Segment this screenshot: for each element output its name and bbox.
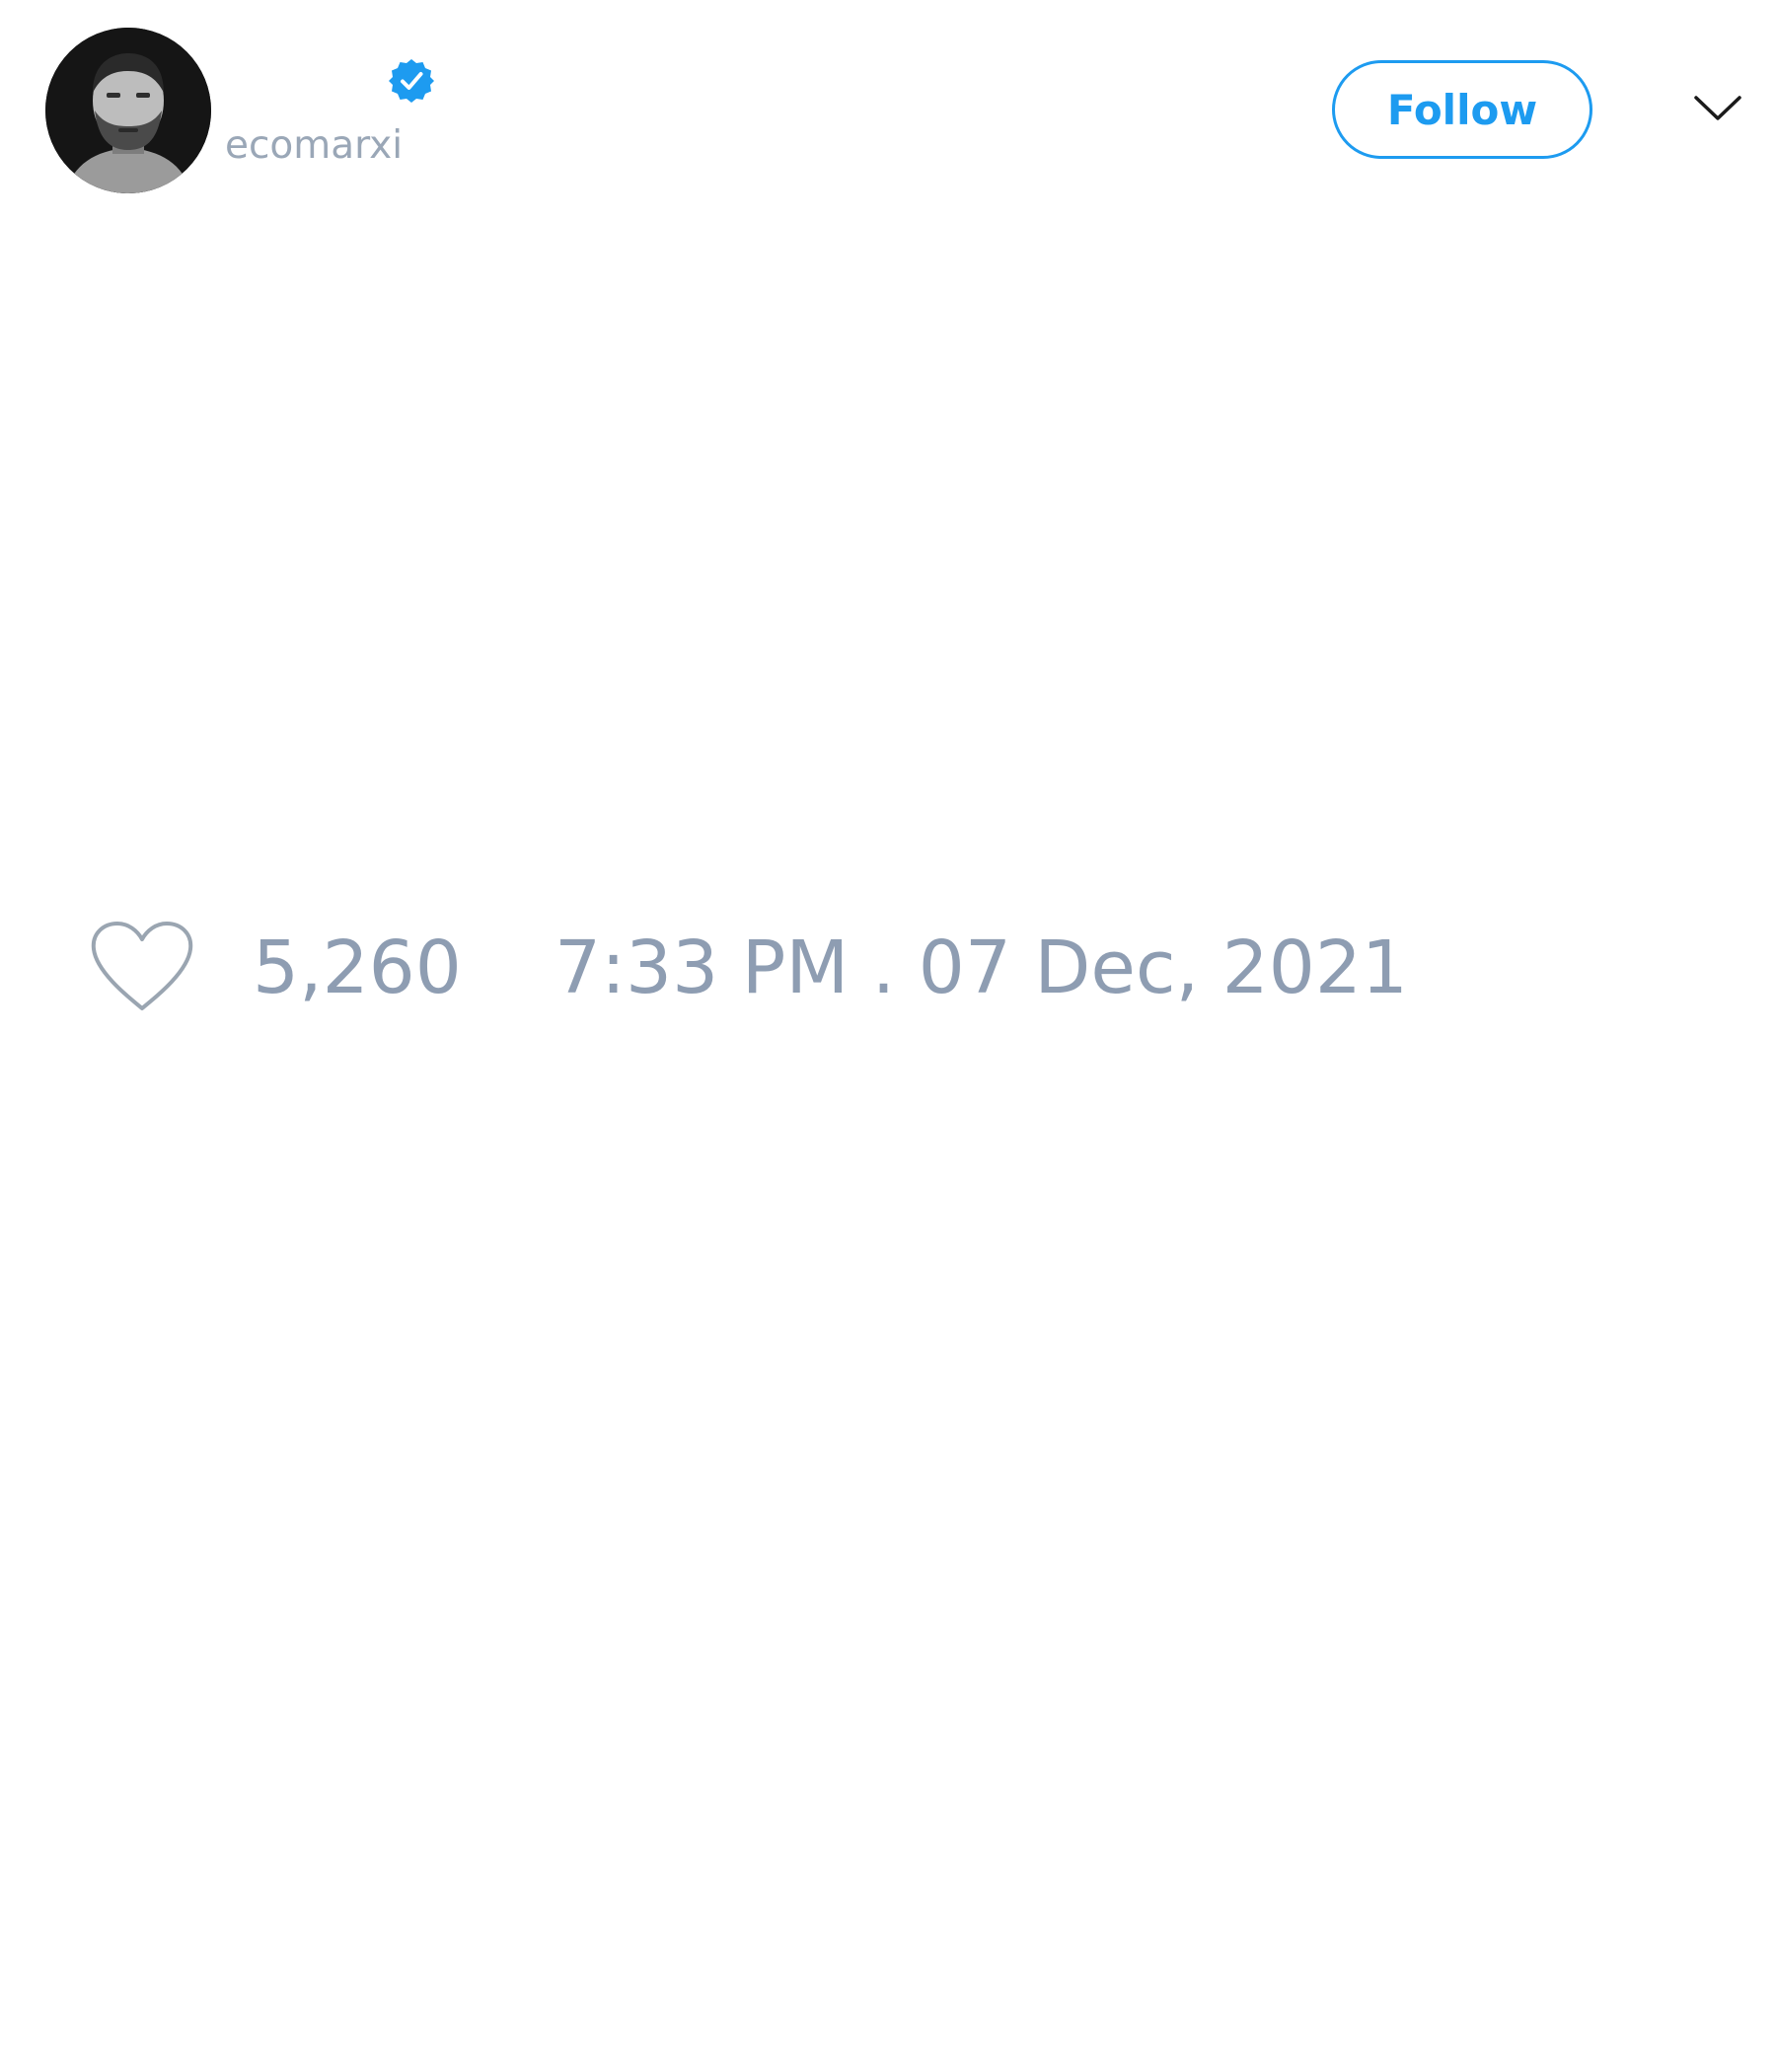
follow-button[interactable]: Follow [1332,60,1592,159]
tweet-timestamp[interactable]: 7:33 PM . 07 Dec, 2021 [555,931,1408,1004]
tweet-header: ecomarxi Follow [0,0,1776,207]
heart-icon[interactable] [89,920,195,1014]
avatar-photo [45,28,211,193]
user-handle[interactable]: ecomarxi [225,126,403,165]
avatar[interactable] [45,28,211,193]
tweet-footer: 5,260 7:33 PM . 07 Dec, 2021 [0,908,1776,1026]
verified-badge-icon [389,59,434,103]
like-count: 5,260 [253,925,462,1010]
chevron-down-icon[interactable] [1693,93,1742,122]
